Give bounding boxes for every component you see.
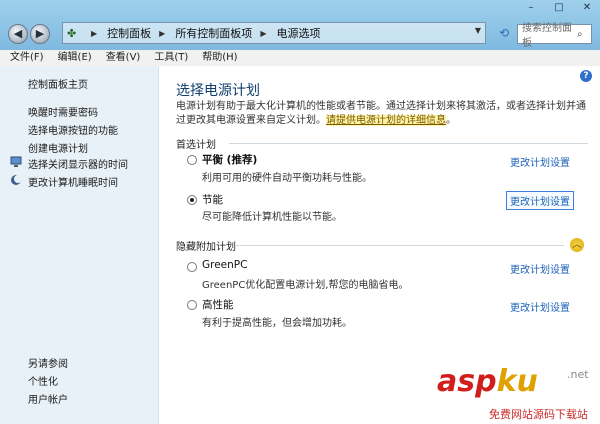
plan-high-performance-name: 高性能 xyxy=(202,299,234,311)
search-input[interactable]: 搜索控制面板 ⌕ xyxy=(517,23,592,49)
menu-edit[interactable]: 编辑(E) xyxy=(51,50,99,66)
sidebar-item-display-off[interactable]: 选择关闭显示器的时间 xyxy=(28,156,128,171)
sidebar-item-wake-password[interactable]: 唤醒时需要密码 xyxy=(28,104,98,119)
see-also-title: 另请参阅 xyxy=(28,359,68,370)
breadcrumb-all-items[interactable]: 所有控制面板项 xyxy=(175,25,252,41)
menu-bar: 文件(F) 编辑(E) 查看(V) 工具(T) 帮助(H) xyxy=(0,50,600,67)
change-plan-settings-greenpc[interactable]: 更改计划设置 xyxy=(510,261,570,276)
sidebar: 控制面板主页 唤醒时需要密码 选择电源按钮的功能 创建电源计划 选择关闭显示器的… xyxy=(0,66,159,424)
forward-button[interactable]: ▶ xyxy=(30,24,50,44)
breadcrumb-control-panel[interactable]: 控制面板 xyxy=(107,25,151,41)
address-bar[interactable]: ✤ ▶ 控制面板 ▶ 所有控制面板项 ▶ 电源选项 ▼ xyxy=(62,22,486,44)
refresh-icon[interactable]: ⟲ xyxy=(496,26,512,42)
chevron-right-icon: ▶ xyxy=(159,28,166,38)
watermark-subtitle: 免费网站源码下载站 xyxy=(489,408,588,421)
window-controls: – □ ✕ xyxy=(524,2,594,14)
menu-tools[interactable]: 工具(T) xyxy=(147,50,195,66)
minimize-icon[interactable]: – xyxy=(524,2,538,14)
plan-balanced-name: 平衡 (推荐) xyxy=(202,154,258,166)
close-icon[interactable]: ✕ xyxy=(580,2,594,14)
back-button[interactable]: ◀ xyxy=(8,24,28,44)
see-also-user-accounts[interactable]: 用户帐户 xyxy=(28,391,68,406)
chevron-right-icon: ▶ xyxy=(91,28,98,38)
hidden-plans-label: 隐藏附加计划 xyxy=(176,242,236,253)
moon-icon xyxy=(10,174,22,186)
plan-greenpc-desc: GreenPC优化配置电源计划,帮您的电脑省电。 xyxy=(202,280,409,291)
period: 。 xyxy=(446,115,456,126)
sidebar-item-create-plan[interactable]: 创建电源计划 xyxy=(28,140,88,155)
radio-high-performance[interactable] xyxy=(187,300,197,310)
page-title: 选择电源计划 xyxy=(176,83,260,99)
divider xyxy=(229,143,588,144)
breadcrumb-power-options[interactable]: 电源选项 xyxy=(276,25,320,41)
plan-power-saver-desc: 尽可能降低计算机性能以节能。 xyxy=(202,212,342,223)
plan-power-saver-name: 节能 xyxy=(202,194,223,206)
radio-greenpc[interactable] xyxy=(187,262,197,272)
radio-power-saver[interactable] xyxy=(187,195,197,205)
plan-high-performance-desc: 有利于提高性能，但会增加功耗。 xyxy=(202,318,352,329)
title-bar: – □ ✕ ◀ ▶ ✤ ▶ 控制面板 ▶ 所有控制面板项 ▶ 电源选项 ▼ ⟲ … xyxy=(0,0,600,50)
menu-help[interactable]: 帮助(H) xyxy=(195,50,244,66)
chevron-down-icon[interactable]: ▼ xyxy=(475,26,481,35)
watermark-logo: aspku .net 免费网站源码下载站 xyxy=(437,360,600,424)
search-placeholder: 搜索控制面板 xyxy=(522,23,572,49)
see-also-personalize[interactable]: 个性化 xyxy=(28,373,58,388)
sidebar-item-power-button[interactable]: 选择电源按钮的功能 xyxy=(28,122,118,137)
change-plan-settings-high-performance[interactable]: 更改计划设置 xyxy=(510,299,570,314)
change-plan-settings-power-saver[interactable]: 更改计划设置 xyxy=(506,191,574,210)
search-icon[interactable]: ⌕ xyxy=(577,29,591,40)
plan-details-link[interactable]: 请提供电源计划的详细信息 xyxy=(326,115,446,126)
menu-file[interactable]: 文件(F) xyxy=(0,50,51,66)
page-description: 电源计划有助于最大化计算机的性能或者节能。通过选择计划来将其激活，或者选择计划并… xyxy=(176,100,586,128)
watermark-tld: .net xyxy=(567,368,589,381)
watermark-brand: aspku xyxy=(437,364,538,399)
sidebar-home-link[interactable]: 控制面板主页 xyxy=(28,76,88,91)
preferred-plans-label: 首选计划 xyxy=(176,140,216,151)
monitor-icon xyxy=(10,156,22,168)
change-plan-settings-balanced[interactable]: 更改计划设置 xyxy=(510,154,570,169)
radio-balanced[interactable] xyxy=(187,155,197,165)
plan-greenpc-name: GreenPC xyxy=(202,259,248,271)
maximize-icon[interactable]: □ xyxy=(552,2,566,14)
chevron-up-icon[interactable]: ︿ xyxy=(570,238,584,252)
chevron-right-icon: ▶ xyxy=(260,28,267,38)
sidebar-item-sleep-time[interactable]: 更改计算机睡眠时间 xyxy=(28,174,118,189)
help-icon[interactable]: ? xyxy=(580,70,592,82)
control-panel-icon: ✤ xyxy=(67,26,77,40)
menu-view[interactable]: 查看(V) xyxy=(99,50,148,66)
plan-balanced-desc: 利用可用的硬件自动平衡功耗与性能。 xyxy=(202,173,372,184)
divider xyxy=(236,245,564,246)
